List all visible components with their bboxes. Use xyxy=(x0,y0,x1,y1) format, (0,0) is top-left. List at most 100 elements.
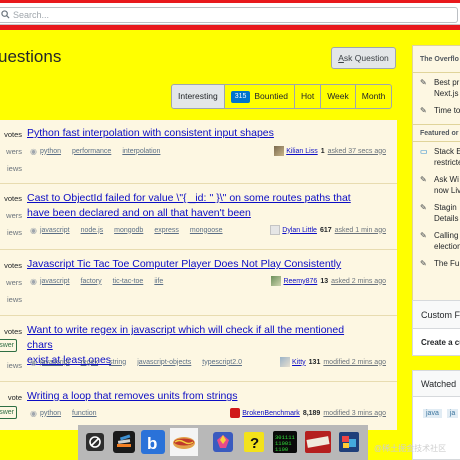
page-title: uestions xyxy=(0,47,62,66)
user-link[interactable]: Dylan Little xyxy=(282,227,317,234)
question-stats: votes wers iews xyxy=(4,130,22,173)
search-input[interactable] xyxy=(13,9,443,21)
search-icon xyxy=(1,10,10,22)
eye-icon: ◉ xyxy=(30,146,37,156)
app-icon-block[interactable] xyxy=(81,428,109,456)
avatar[interactable] xyxy=(274,146,285,156)
tag-link[interactable]: python xyxy=(40,410,61,417)
eye-icon: ◉ xyxy=(30,276,37,286)
blog-link[interactable]: ✎ Best pr Next.js xyxy=(413,73,460,101)
question-title-link[interactable]: Javascript Tic Tac Toe Computer Player D… xyxy=(27,257,372,272)
app-icon-terminal[interactable]: 301111 11001 1100 xyxy=(271,428,299,456)
featured-link[interactable]: ✎ The Fu xyxy=(413,254,460,271)
question-title-link[interactable]: Python fast interpolation with consisten… xyxy=(27,126,372,141)
top-bar xyxy=(0,0,460,30)
timestamp-link[interactable]: asked 2 mins ago xyxy=(331,278,386,285)
svg-text:b: b xyxy=(147,434,157,453)
tag-list: ◉ python performance interpolation xyxy=(30,145,171,157)
question-filter-tabs: Interesting 315 Bountied Hot Week Month xyxy=(171,84,393,109)
reputation: 8,189 xyxy=(302,409,321,417)
featured-link[interactable]: ✎ Stagin Details xyxy=(413,198,460,226)
tag-link[interactable]: iife xyxy=(154,278,163,285)
tag-link[interactable]: tic-tac-toe xyxy=(113,278,144,285)
pen-icon: ✎ xyxy=(420,78,427,87)
app-icon-gem[interactable] xyxy=(209,428,237,456)
tag-link[interactable]: javascript xyxy=(40,359,70,366)
eye-icon: ◉ xyxy=(30,225,37,235)
avatar[interactable] xyxy=(270,225,281,235)
widget-title: The Overflo xyxy=(413,46,460,73)
tag-link[interactable]: node.js xyxy=(81,227,104,234)
tag-link[interactable]: interpolation xyxy=(122,148,160,155)
tag-link[interactable]: javascript xyxy=(40,227,70,234)
widget-title: Custom F xyxy=(413,301,460,329)
tag-link[interactable]: factory xyxy=(81,278,102,285)
tab-week[interactable]: Week xyxy=(321,85,356,108)
avatar[interactable] xyxy=(230,408,241,418)
app-icon-topsecret[interactable] xyxy=(304,428,332,456)
search-bar-container xyxy=(0,3,460,25)
avatar[interactable] xyxy=(280,357,291,367)
reputation: 1 xyxy=(320,147,325,155)
pen-icon: ✎ xyxy=(420,259,427,268)
create-filter-link[interactable]: Create a cu xyxy=(413,329,460,347)
tag-link[interactable]: python xyxy=(40,148,61,155)
question-list: votes wers iews Python fast interpolatio… xyxy=(0,120,397,430)
featured-link[interactable]: ▭ Stack Erestricte xyxy=(413,142,460,170)
tab-hot[interactable]: Hot xyxy=(295,85,322,108)
user-link[interactable]: BrokenBenchmark xyxy=(242,410,300,417)
question-stats: votes wers iews xyxy=(4,261,22,304)
tag-link[interactable]: string xyxy=(109,359,126,366)
watched-tag[interactable]: java xyxy=(423,409,442,418)
blog-link[interactable]: ✎ Time to xyxy=(413,101,460,118)
featured-link[interactable]: ✎ Calling election xyxy=(413,226,460,254)
app-icon-question[interactable]: ? xyxy=(240,428,268,456)
app-icon-gallery[interactable] xyxy=(335,428,363,456)
timestamp-link[interactable]: modified 2 mins ago xyxy=(323,359,386,366)
question-meta: Reemy876 13 asked 2 mins ago xyxy=(271,275,386,287)
watched-tag[interactable]: ja xyxy=(446,409,459,418)
pen-icon: ✎ xyxy=(420,106,427,115)
tag-link[interactable]: function xyxy=(72,410,97,417)
tab-bountied[interactable]: 315 Bountied xyxy=(225,85,295,108)
tag-link[interactable]: typescript2.0 xyxy=(202,359,242,366)
tag-link[interactable]: javascript-objects xyxy=(137,359,191,366)
app-icon-b[interactable]: b xyxy=(139,428,167,456)
question-title-link[interactable]: Writing a loop that removes units from s… xyxy=(27,389,372,404)
tag-link[interactable]: performance xyxy=(72,148,111,155)
timestamp-link[interactable]: asked 37 secs ago xyxy=(328,148,386,155)
tag-link[interactable]: express xyxy=(154,227,179,234)
reputation: 617 xyxy=(319,226,332,234)
question-meta: Kilian Liss 1 asked 37 secs ago xyxy=(274,145,386,157)
timestamp-link[interactable]: asked 1 min ago xyxy=(335,227,386,234)
featured-link[interactable]: ✎ Ask Wi now Liv xyxy=(413,170,460,198)
user-link[interactable]: Kitty xyxy=(292,359,306,366)
svg-text:1100: 1100 xyxy=(275,446,288,453)
tag-link[interactable]: javascript xyxy=(40,278,70,285)
user-link[interactable]: Kilian Liss xyxy=(286,148,318,155)
question-item: votes wers iews Javascript Tic Tac Toe C… xyxy=(0,250,397,316)
app-icon-hotdog[interactable] xyxy=(170,428,198,456)
search-box[interactable] xyxy=(0,7,458,23)
question-item: votes iews swer Want to write regex in j… xyxy=(0,316,397,382)
tab-interesting[interactable]: Interesting xyxy=(172,85,225,108)
ask-question-button[interactable]: Ask Question xyxy=(331,47,396,69)
question-item: votes wers iews Cast to ObjectId failed … xyxy=(0,184,397,250)
tag-link[interactable]: regex xyxy=(81,359,99,366)
tag-list: ◉ javascript regex string javascript-obj… xyxy=(30,356,253,368)
chat-icon: ▭ xyxy=(420,147,428,156)
question-meta: Dylan Little 617 asked 1 min ago xyxy=(270,224,386,236)
timestamp-link[interactable]: modified 3 mins ago xyxy=(323,410,386,417)
tag-link[interactable]: mongodb xyxy=(114,227,143,234)
question-stats: votes wers iews xyxy=(4,194,22,237)
tab-month[interactable]: Month xyxy=(356,85,392,108)
tag-link[interactable]: mongoose xyxy=(190,227,223,234)
reputation: 13 xyxy=(320,277,329,285)
answer-count-badge: swer xyxy=(0,339,17,352)
question-title-link[interactable]: Cast to ObjectId failed for value \"{ _i… xyxy=(27,191,372,221)
question-item: votes wers iews Python fast interpolatio… xyxy=(0,120,397,184)
tag-list: ◉ python function xyxy=(30,407,108,419)
app-icon-stack[interactable] xyxy=(110,428,138,456)
avatar[interactable] xyxy=(271,276,282,286)
user-link[interactable]: Reemy876 xyxy=(283,278,317,285)
